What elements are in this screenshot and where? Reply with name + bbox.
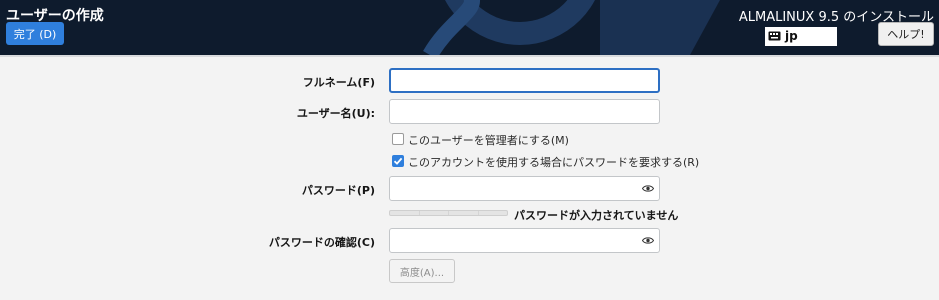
advanced-button[interactable]: 高度(A)... (389, 259, 455, 283)
keyboard-layout-indicator[interactable]: jp (765, 27, 837, 46)
header-bar: ユーザーの作成 完了 (D) ALMALINUX 9.5 のインストール jp … (0, 0, 939, 55)
fullname-input[interactable] (389, 68, 660, 93)
eye-icon[interactable] (642, 236, 654, 245)
require-password-checkbox[interactable] (392, 155, 404, 167)
strength-segment (449, 211, 479, 215)
password-label: パスワード(P) (301, 184, 375, 197)
password-strength-meter (389, 210, 508, 216)
help-button[interactable]: ヘルプ! (878, 22, 934, 46)
keyboard-icon (768, 31, 781, 41)
strength-segment (479, 211, 508, 215)
eye-icon[interactable] (642, 184, 654, 193)
require-password-checkbox-label: このアカウントを使用する場合にパスワードを要求する(R) (408, 156, 700, 169)
done-button[interactable]: 完了 (D) (6, 22, 64, 45)
admin-checkbox[interactable] (392, 133, 404, 145)
admin-checkbox-label: このユーザーを管理者にする(M) (408, 134, 569, 147)
confirm-password-input[interactable] (389, 228, 660, 253)
divider (0, 55, 939, 57)
password-input[interactable] (389, 176, 660, 201)
keyboard-layout-label: jp (785, 29, 798, 43)
fullname-label: フルネーム(F) (302, 76, 375, 89)
strength-segment (390, 211, 420, 215)
confirm-password-label: パスワードの確認(C) (268, 236, 375, 249)
check-icon (393, 157, 403, 165)
username-label: ユーザー名(U): (296, 107, 375, 120)
strength-segment (420, 211, 449, 215)
username-input[interactable] (389, 99, 660, 124)
password-strength-text: パスワードが入力されていません (514, 209, 679, 222)
